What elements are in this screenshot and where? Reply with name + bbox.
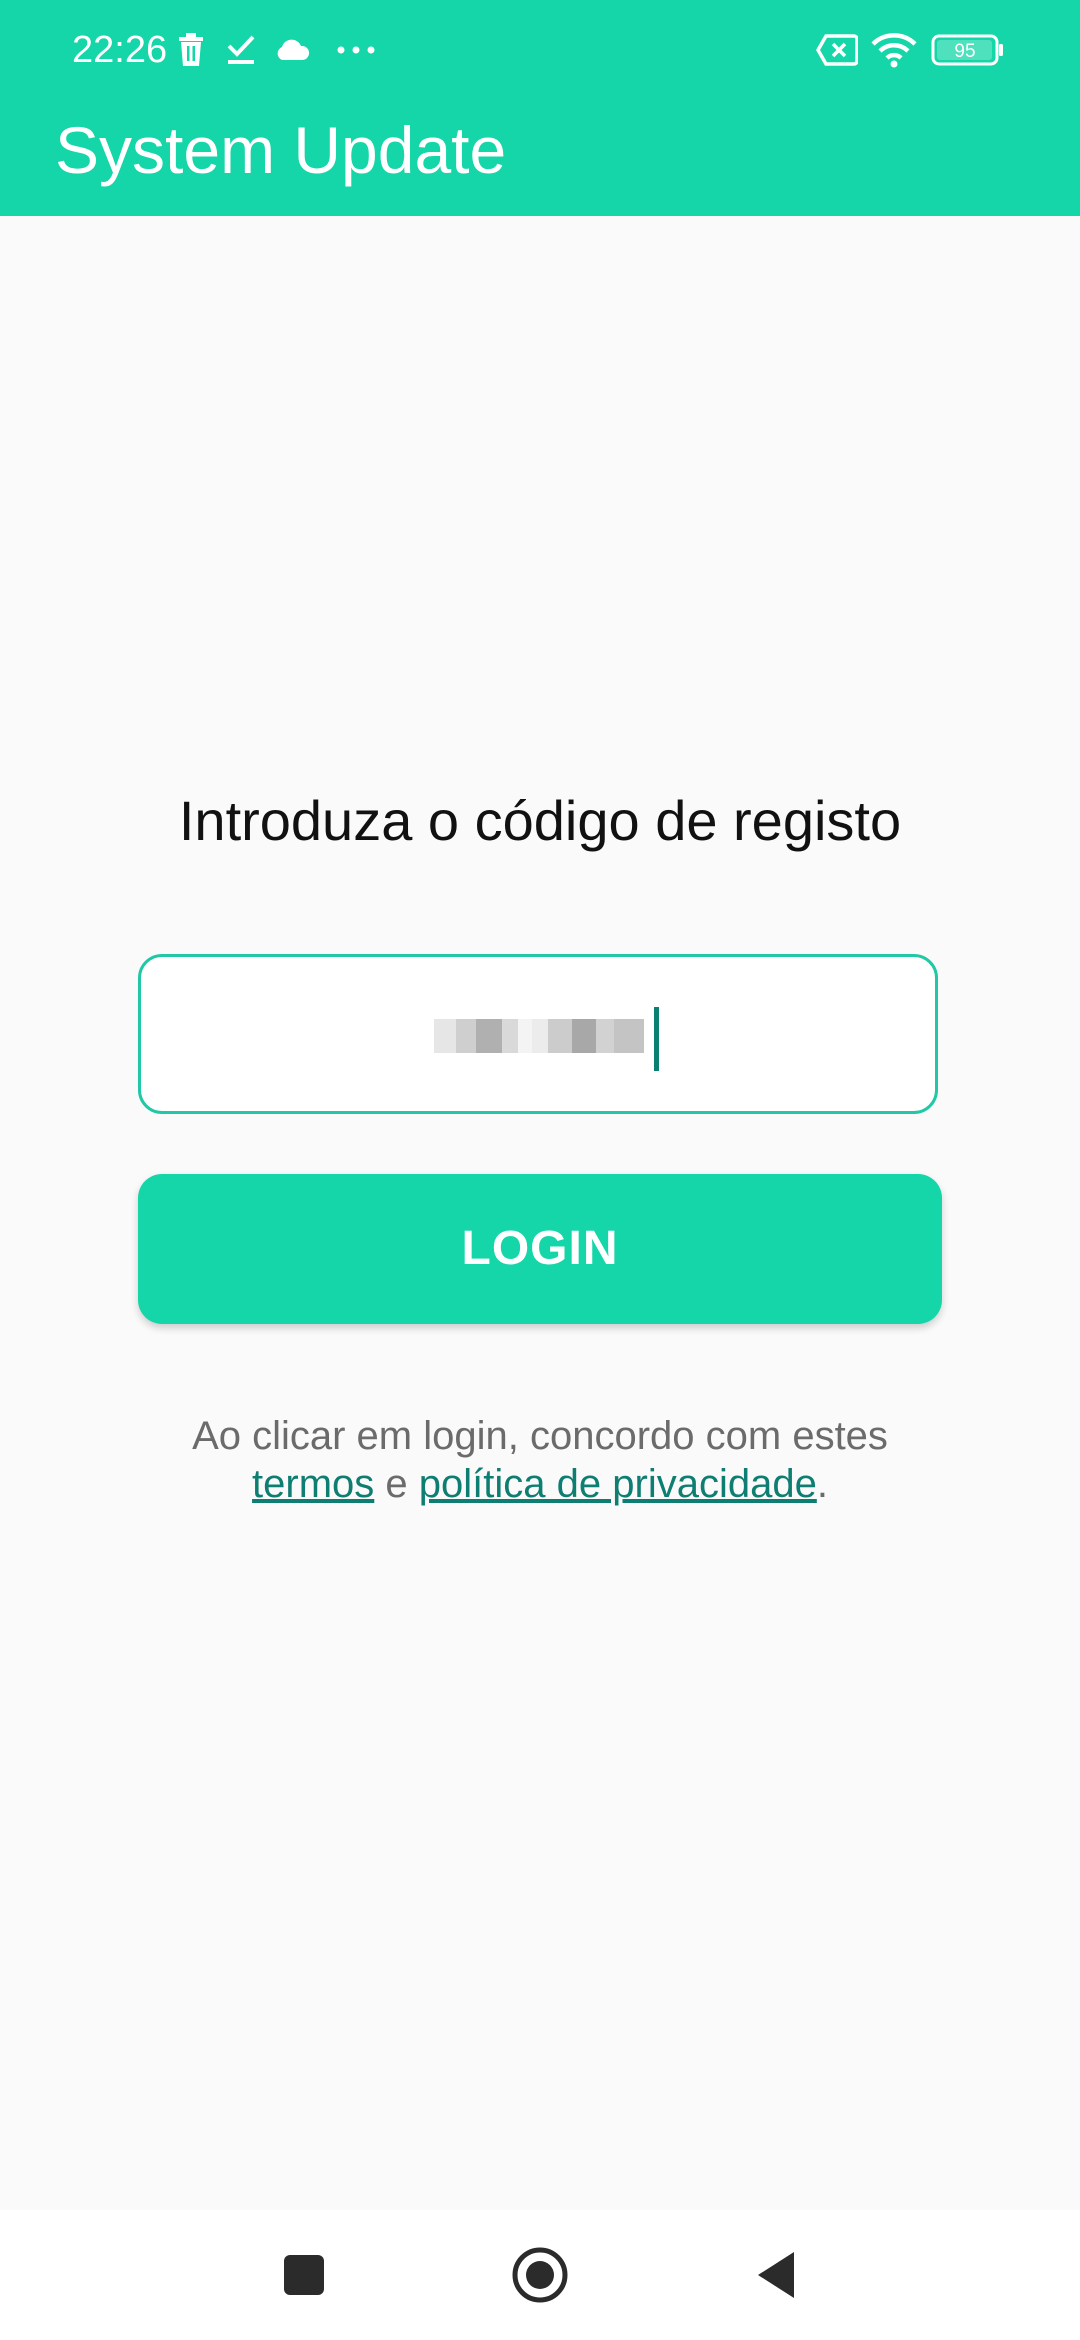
terms-suffix: . bbox=[816, 1462, 828, 1506]
back-triangle-icon[interactable] bbox=[736, 2235, 816, 2315]
battery-level: 95 bbox=[954, 41, 975, 62]
no-sim-icon bbox=[815, 26, 859, 74]
terms-notice: Ao clicar em login, concordo com estes t… bbox=[0, 1412, 1080, 1508]
cloud-icon bbox=[272, 26, 312, 74]
app-title: System Update bbox=[55, 113, 507, 187]
more-dots-icon bbox=[335, 26, 377, 74]
login-screen: Introduza o código de registo LOGIN Ao c… bbox=[0, 216, 1080, 2210]
privacy-policy-link[interactable]: política de privacidade bbox=[419, 1462, 817, 1506]
check-icon bbox=[225, 26, 257, 74]
app-bar: 22:26 95 System Update bbox=[0, 0, 1080, 216]
navigation-bar bbox=[0, 2210, 1080, 2340]
status-bar: 22:26 95 bbox=[0, 0, 1080, 100]
wifi-icon bbox=[870, 26, 918, 74]
masked-code-value bbox=[434, 1019, 644, 1053]
recents-square-icon[interactable] bbox=[264, 2235, 344, 2315]
registration-code-input[interactable] bbox=[138, 954, 938, 1114]
registration-prompt: Introduza o código de registo bbox=[178, 789, 902, 852]
trash-icon bbox=[175, 26, 207, 74]
battery-icon: 95 bbox=[930, 26, 1006, 74]
terms-joiner: e bbox=[385, 1462, 408, 1506]
terms-prefix: Ao clicar em login, concordo com estes bbox=[192, 1414, 888, 1458]
terms-link[interactable]: termos bbox=[252, 1462, 374, 1506]
home-circle-icon[interactable] bbox=[500, 2235, 580, 2315]
text-cursor bbox=[654, 1007, 659, 1071]
login-button[interactable]: LOGIN bbox=[138, 1174, 942, 1324]
status-time: 22:26 bbox=[72, 29, 168, 71]
